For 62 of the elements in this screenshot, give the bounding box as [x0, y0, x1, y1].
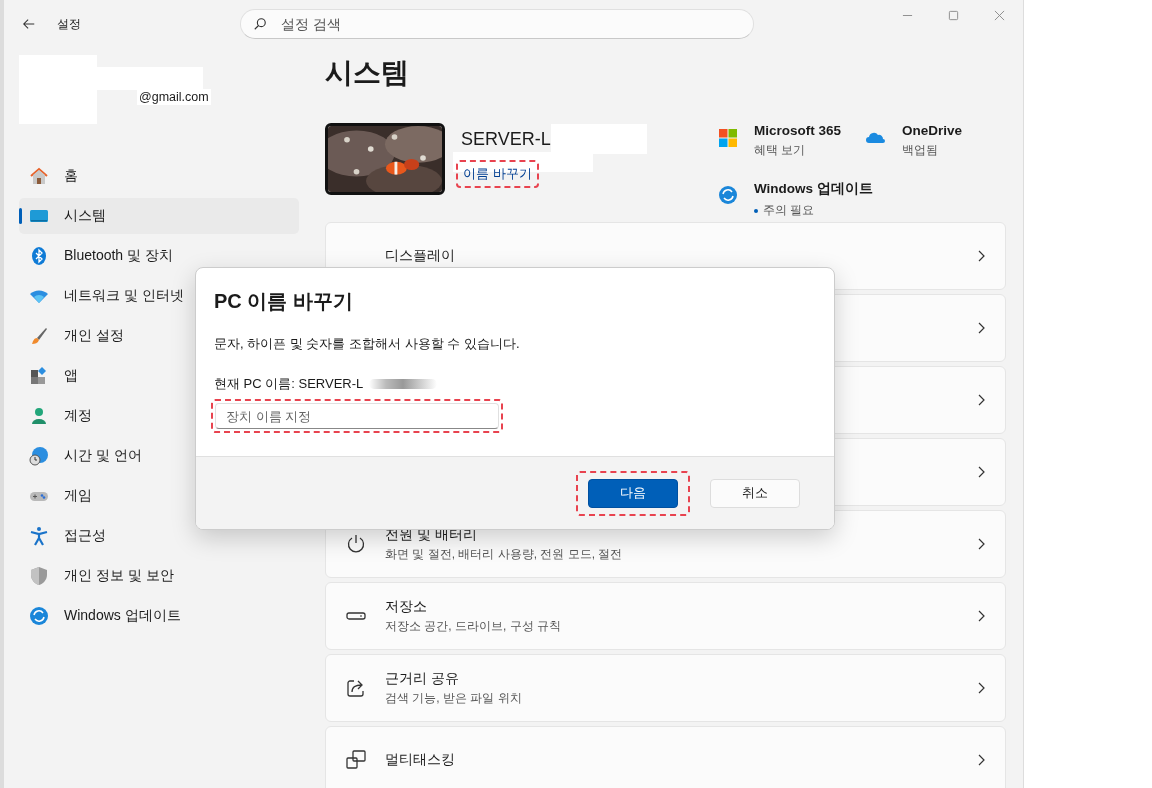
card-subtitle: 화면 및 절전, 배터리 사용량, 전원 모드, 절전 [385, 545, 624, 563]
card-subtitle: 저장소 공간, 드라이브, 구성 규칙 [385, 617, 562, 635]
dialog-description: 문자, 하이픈 및 숫자를 조합해서 사용할 수 있습니다. [214, 335, 521, 353]
search-icon [253, 17, 267, 31]
chevron-icon [977, 322, 985, 334]
sidebar-item[interactable]: Windows 업데이트 [19, 598, 299, 634]
dialog-title: PC 이름 바꾸기 [214, 289, 354, 314]
update-icon[interactable] [718, 185, 738, 205]
card-title: 저장소 [385, 597, 428, 616]
sidebar-item[interactable]: 시간 및 언어 [19, 438, 299, 474]
four-squares-icon[interactable] [718, 128, 738, 148]
window-title: 설정 [57, 15, 82, 33]
chevron-icon [977, 682, 985, 694]
bluetooth-icon [29, 246, 49, 266]
card-title: 디스플레이 [385, 247, 456, 265]
card-title: 멀티태스킹 [385, 751, 456, 769]
time-icon [29, 446, 49, 466]
sidebar-item[interactable]: 홈 [19, 158, 299, 194]
cancel-button[interactable]: 취소 [710, 478, 800, 508]
redacted-area [369, 379, 438, 389]
next-button[interactable]: 다음 [588, 478, 678, 508]
card-subtitle: 검색 기능, 받은 파일 위치 [385, 689, 523, 707]
device-name: SERVER-L [461, 128, 551, 150]
settings-card[interactable]: 멀티태스킹 [325, 726, 1006, 788]
service-title[interactable]: OneDrive [902, 123, 963, 138]
chevron-icon [977, 754, 985, 766]
rename-link[interactable]: 이름 바꾸기 [456, 160, 539, 188]
chevron-icon [977, 394, 985, 406]
share-icon [346, 678, 366, 698]
privacy-icon [29, 566, 49, 586]
chevron-icon [977, 538, 985, 550]
sidebar-item[interactable]: 시스템 [19, 198, 299, 234]
sidebar-item[interactable]: 개인 정보 및 보안 [19, 558, 299, 594]
update-icon [29, 606, 49, 626]
sidebar-item[interactable]: 접근성 [19, 518, 299, 554]
page-title: 시스템 [325, 56, 410, 90]
chevron-icon [977, 250, 985, 262]
chevron-icon [977, 466, 985, 478]
accounts-icon [29, 406, 49, 426]
service-status: 주의 필요 [763, 202, 815, 219]
name-input-field[interactable]: 장치 이름 지정 [211, 399, 503, 433]
home-icon [29, 166, 49, 186]
power-icon [346, 534, 366, 554]
apps-icon [29, 366, 49, 386]
service-status: 백업됨 [902, 142, 938, 159]
sidebar-item[interactable]: Bluetooth 및 장치 [19, 238, 299, 274]
service-title[interactable]: Windows 업데이트 [754, 180, 873, 198]
account-email: @gmail.com [137, 89, 211, 105]
settings-card[interactable]: 근거리 공유 검색 기능, 받은 파일 위치 [325, 654, 1006, 722]
service-title[interactable]: Microsoft 365 [754, 123, 842, 138]
back-icon[interactable] [22, 17, 36, 31]
accessibility-icon [29, 526, 49, 546]
current-name-label: 현재 PC 이름: SERVER-L [214, 375, 364, 393]
chevron-icon [977, 610, 985, 622]
sidebar-item[interactable]: 게임 [19, 478, 299, 514]
settings-card[interactable]: 저장소 저장소 공간, 드라이브, 구성 규칙 [325, 582, 1006, 650]
card-title: 근거리 공유 [385, 669, 460, 688]
maximize-icon[interactable] [948, 10, 959, 21]
search-field[interactable]: 설정 검색 [240, 9, 754, 39]
service-status: 혜택 보기 [754, 142, 806, 159]
personalization-icon [29, 326, 49, 346]
close-icon[interactable] [994, 10, 1005, 21]
